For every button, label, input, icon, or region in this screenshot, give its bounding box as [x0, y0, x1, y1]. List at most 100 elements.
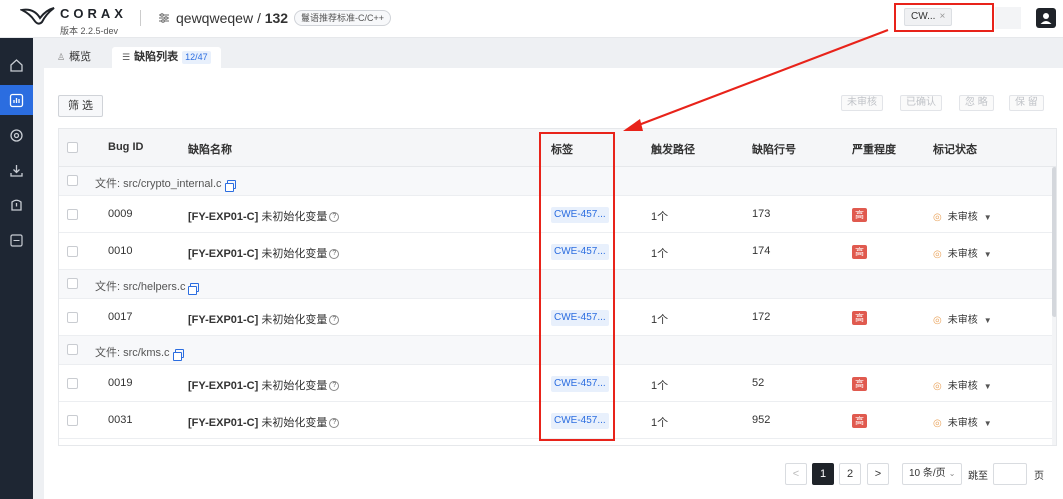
user-avatar[interactable]: [1036, 8, 1056, 28]
trigger-path[interactable]: 1个: [651, 208, 668, 224]
help-icon[interactable]: ?: [329, 381, 340, 392]
sidebar-item-download[interactable]: [0, 155, 33, 185]
row-checkbox[interactable]: [67, 312, 78, 323]
file-path: 文件: src/kms.c: [95, 344, 184, 361]
eye-off-icon: ◎: [933, 418, 942, 429]
col-status[interactable]: 标记状态: [933, 141, 977, 157]
col-severity[interactable]: 严重程度: [852, 141, 896, 157]
table-scrollbar[interactable]: [1052, 167, 1056, 445]
scrollbar-thumb[interactable]: [1052, 167, 1056, 317]
bug-id: 0009: [108, 208, 133, 220]
bug-id: 0031: [108, 414, 133, 426]
col-bug-id[interactable]: Bug ID: [108, 141, 143, 153]
copy-icon[interactable]: [172, 348, 184, 361]
next-page-button[interactable]: >: [867, 463, 889, 485]
filter-button[interactable]: 筛 选: [58, 95, 104, 117]
tab-defect-list-label: 缺陷列表: [134, 51, 179, 63]
line-number: 172: [752, 311, 771, 323]
sliders-icon[interactable]: [158, 12, 170, 24]
chevron-down-icon: ▼: [983, 250, 992, 259]
sidebar: [0, 38, 33, 499]
group-checkbox[interactable]: [67, 278, 78, 289]
status-dropdown[interactable]: ◎ 未审核 ▼: [933, 311, 992, 326]
bar-chart-icon: [9, 93, 24, 107]
defect-name[interactable]: [FY-EXP01-C] 未初始化变量?: [188, 311, 340, 327]
trigger-path[interactable]: 1个: [651, 245, 668, 261]
col-trigger-path[interactable]: 触发路径: [651, 141, 695, 157]
help-icon[interactable]: ?: [329, 418, 340, 429]
keep-button[interactable]: 保 留: [1009, 95, 1044, 111]
help-icon[interactable]: ?: [329, 315, 340, 326]
jump-page-input[interactable]: [993, 463, 1027, 485]
chevron-down-icon: ▼: [983, 316, 992, 325]
sidebar-item-alert[interactable]: [0, 190, 33, 220]
sidebar-item-settings[interactable]: [0, 120, 33, 150]
ignore-button[interactable]: 忽 略: [959, 95, 994, 111]
corax-logo[interactable]: CORAX 版本 2.2.5-dev: [20, 4, 130, 36]
page-button-2[interactable]: 2: [839, 463, 861, 485]
download-icon: [10, 164, 23, 177]
file-path-label: 文件: src/kms.c: [95, 347, 170, 359]
page-size-label: 10 条/页: [909, 468, 946, 479]
trigger-path[interactable]: 1个: [651, 377, 668, 393]
trigger-path[interactable]: 1个: [651, 311, 668, 327]
chevron-down-icon: ▼: [983, 213, 992, 222]
status-dropdown[interactable]: ◎ 未审核 ▼: [933, 208, 992, 223]
sidebar-item-analysis[interactable]: [0, 85, 33, 115]
copy-icon[interactable]: [224, 179, 236, 192]
page-button-1[interactable]: 1: [812, 463, 834, 485]
project-id: 132: [264, 10, 289, 26]
rule-id: [FY-EXP01-C]: [188, 380, 259, 392]
gear-icon: [10, 128, 23, 142]
project-name[interactable]: qewqweqew: [176, 10, 253, 26]
defect-name[interactable]: [FY-EXP01-C] 未初始化变量?: [188, 245, 340, 261]
home-icon: [10, 58, 23, 72]
status-dropdown[interactable]: ◎ 未审核 ▼: [933, 414, 992, 429]
prev-page-button[interactable]: <: [785, 463, 807, 485]
tab-defect-list[interactable]: ☰ 缺陷列表 12/47: [112, 47, 221, 68]
rule-id: [FY-EXP01-C]: [188, 211, 259, 223]
row-checkbox[interactable]: [67, 415, 78, 426]
tab-bar: ♙ 概览 ☰ 缺陷列表 12/47: [33, 38, 1063, 68]
defect-name[interactable]: [FY-EXP01-C] 未初始化变量?: [188, 377, 340, 393]
project-separator: /: [253, 10, 265, 26]
help-icon[interactable]: ?: [329, 212, 340, 223]
trigger-path[interactable]: 1个: [651, 414, 668, 430]
rule-set-badge: 鬘语推荐标准-C/C++: [294, 10, 392, 26]
rule-id: [FY-EXP01-C]: [188, 417, 259, 429]
status-dropdown[interactable]: ◎ 未审核 ▼: [933, 377, 992, 392]
copy-icon[interactable]: [188, 282, 200, 295]
group-checkbox[interactable]: [67, 344, 78, 355]
row-checkbox[interactable]: [67, 209, 78, 220]
group-checkbox[interactable]: [67, 175, 78, 186]
page-unit-label: 页: [1034, 471, 1044, 482]
status-dropdown[interactable]: ◎ 未审核 ▼: [933, 245, 992, 260]
row-checkbox[interactable]: [67, 246, 78, 257]
help-icon[interactable]: ?: [329, 249, 340, 260]
defect-name[interactable]: [FY-EXP01-C] 未初始化变量?: [188, 208, 340, 224]
status-label: 未审核: [947, 212, 978, 223]
col-defect-name[interactable]: 缺陷名称: [188, 141, 232, 157]
tab-overview[interactable]: ♙ 概览: [47, 47, 101, 68]
jump-to-label: 跳至: [968, 471, 988, 482]
header-search-input[interactable]: [995, 7, 1021, 29]
row-checkbox[interactable]: [67, 378, 78, 389]
page-size-select[interactable]: 10 条/页 ⌄: [902, 463, 962, 485]
defect-name[interactable]: [FY-EXP01-C] 未初始化变量?: [188, 414, 340, 430]
chevron-down-icon: ▼: [983, 419, 992, 428]
mark-unreviewed-button[interactable]: 未审核: [841, 95, 883, 111]
col-line[interactable]: 缺陷行号: [752, 141, 796, 157]
header-divider: [140, 10, 141, 26]
eye-off-icon: ◎: [933, 212, 942, 223]
severity-badge: 高: [852, 311, 867, 325]
sidebar-item-home[interactable]: [0, 50, 33, 80]
eye-off-icon: ◎: [933, 249, 942, 260]
line-number: 52: [752, 377, 765, 389]
bug-id: 0017: [108, 311, 133, 323]
project-title: qewqweqew / 132: [176, 10, 288, 26]
sidebar-item-plugin[interactable]: [0, 225, 33, 255]
mark-confirmed-button[interactable]: 已确认: [900, 95, 942, 111]
select-all-checkbox[interactable]: [67, 142, 78, 153]
file-path: 文件: src/crypto_internal.c: [95, 175, 236, 192]
defect-title: 未初始化变量: [261, 248, 328, 260]
